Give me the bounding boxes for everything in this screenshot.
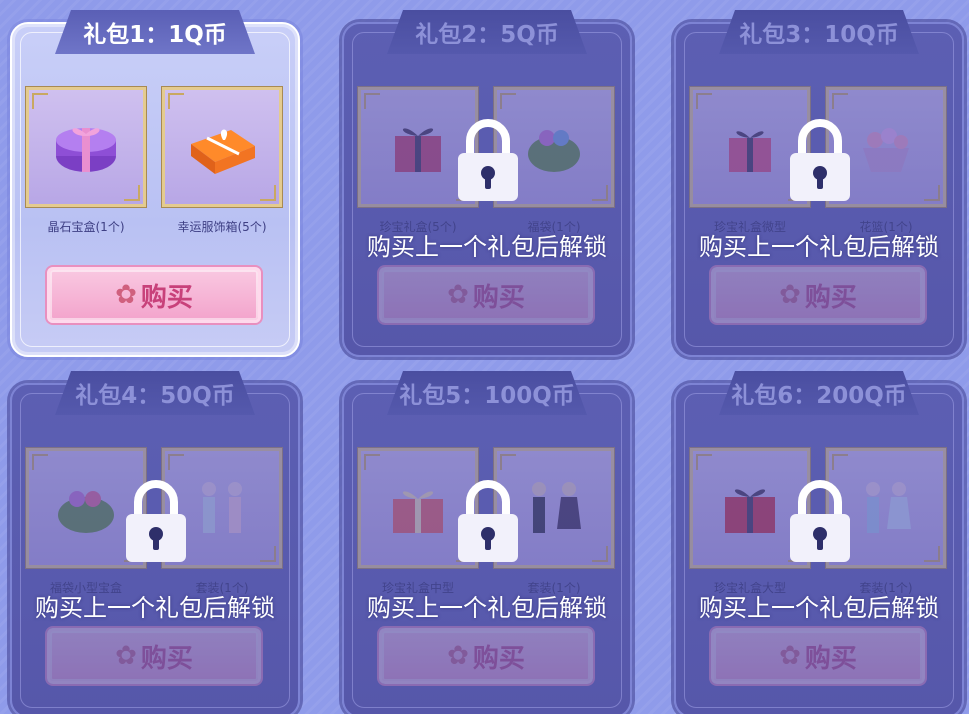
gift-pack-6: 礼包6：200Q币 珍宝礼盒大型 套装(1个) ✿ 购买 购买上一个礼包后解锁 (674, 371, 964, 714)
item-name: 珍宝礼盒中型 (381, 581, 454, 595)
item-slot (825, 86, 947, 208)
buy-button: ✿ 购买 (711, 267, 925, 323)
item-name: 套装(1个) (859, 581, 913, 595)
buy-button[interactable]: ✿ 购买 (47, 267, 261, 323)
item-slot[interactable] (25, 86, 147, 208)
item-name: 套装(1个) (195, 581, 249, 595)
buy-button: ✿ 购买 (711, 628, 925, 684)
buy-button-label: 购买 (804, 282, 857, 313)
buy-button-label: 购买 (140, 282, 193, 313)
blossom-icon: ✿ (447, 280, 469, 310)
blossom-icon: ✿ (779, 280, 801, 310)
pack-title: 礼包4：50Q币 (75, 383, 235, 409)
item-slot (493, 86, 615, 208)
pack-title: 礼包6：200Q币 (731, 383, 907, 409)
blossom-icon: ✿ (115, 280, 137, 310)
crystal-box-icon (56, 128, 116, 172)
item-slot (689, 447, 811, 569)
outfit-icon (866, 482, 911, 533)
gift-pack-2: 礼包2：5Q币 珍宝礼盒(5个) 福袋(1个) ✿ 购买 购买上一个礼包后解锁 (342, 10, 632, 357)
item-slot[interactable] (161, 86, 283, 208)
item-name: 珍宝礼盒大型 (713, 581, 786, 595)
buy-button: ✿ 购买 (47, 628, 261, 684)
item-slot (493, 447, 615, 569)
blossom-icon: ✿ (115, 641, 137, 671)
gift-box-icon (729, 131, 771, 172)
outfit-icon (532, 482, 581, 533)
pack-title-tab: 礼包5：100Q币 (387, 371, 587, 415)
pack-title: 礼包3：10Q币 (739, 22, 899, 48)
gift-box-icon (393, 491, 443, 533)
item-name: 珍宝礼盒微型 (713, 220, 786, 234)
pack-title: 礼包2：5Q币 (415, 22, 559, 48)
lucky-bag-icon (58, 491, 114, 533)
item-name: 幸运服饰箱(5个) (177, 220, 267, 234)
gift-pack-5: 礼包5：100Q币 珍宝礼盒中型 套装(1个) ✿ 购买 购买上一个礼包后解锁 (342, 371, 632, 714)
item-name: 福袋小型宝盒 (49, 581, 122, 595)
pack-title-tab: 礼包1：1Q币 (55, 10, 255, 54)
buy-button-label: 购买 (140, 643, 193, 674)
lucky-bag-icon (528, 130, 580, 172)
item-slot (825, 447, 947, 569)
item-name: 花篮(1个) (859, 220, 913, 234)
pack-title-tab: 礼包6：200Q币 (719, 371, 919, 415)
item-name: 福袋(1个) (527, 220, 581, 234)
item-name: 珍宝礼盒(5个) (379, 220, 457, 234)
flower-basket-icon (863, 128, 909, 172)
outfit-icon (202, 482, 242, 533)
pack-title: 礼包1：1Q币 (83, 22, 227, 48)
pack-title-tab: 礼包2：5Q币 (387, 10, 587, 54)
gift-box-icon (395, 128, 441, 172)
item-name: 套装(1个) (527, 581, 581, 595)
item-slot (357, 447, 479, 569)
item-name: 晶石宝盒(1个) (47, 220, 125, 234)
item-slot (161, 447, 283, 569)
buy-button: ✿ 购买 (379, 628, 593, 684)
gift-pack-3: 礼包3：10Q币 珍宝礼盒微型 花篮(1个) ✿ 购买 购买上一个礼包后解锁 (674, 10, 964, 357)
item-slot (357, 86, 479, 208)
buy-button-label: 购买 (472, 282, 525, 313)
buy-button-label: 购买 (472, 643, 525, 674)
item-slot (689, 86, 811, 208)
pack-title-tab: 礼包3：10Q币 (719, 10, 919, 54)
pack-title-tab: 礼包4：50Q币 (55, 371, 255, 415)
buy-button-label: 购买 (804, 643, 857, 674)
gift-box-icon (725, 489, 775, 533)
gift-pack-4: 礼包4：50Q币 福袋小型宝盒 套装(1个) ✿ 购买 购买上一个礼包后解锁 (10, 371, 300, 714)
blossom-icon: ✿ (447, 641, 469, 671)
buy-button: ✿ 购买 (379, 267, 593, 323)
blossom-icon: ✿ (779, 641, 801, 671)
gift-pack-1: 礼包1：1Q币 晶石宝盒(1个) 幸运服饰箱(5个) ✿ 购买 (10, 10, 300, 357)
item-slot (25, 447, 147, 569)
lucky-outfit-box-icon (191, 129, 255, 174)
pack-title: 礼包5：100Q币 (399, 383, 575, 409)
